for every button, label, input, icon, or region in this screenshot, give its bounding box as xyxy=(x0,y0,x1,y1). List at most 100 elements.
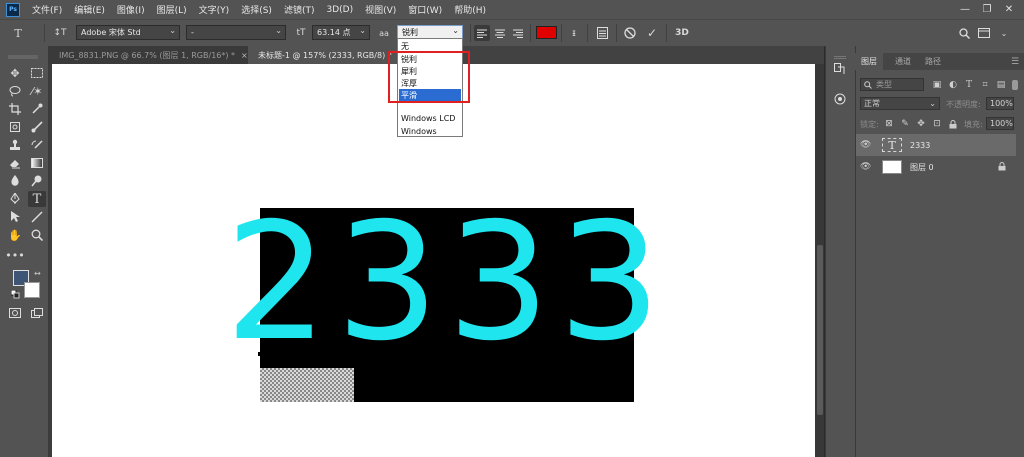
search-icon[interactable] xyxy=(956,25,972,41)
fill-input[interactable]: 100% xyxy=(986,117,1014,130)
dodge-tool-icon[interactable] xyxy=(28,173,46,189)
line-tool-icon[interactable] xyxy=(28,209,46,225)
menu-3d[interactable]: 3D(D) xyxy=(326,5,353,15)
type-tool-icon[interactable]: T xyxy=(28,191,46,207)
eye-icon[interactable]: 👁 xyxy=(860,162,874,172)
toolbar-grip[interactable] xyxy=(8,52,38,59)
path-selection-tool-icon[interactable] xyxy=(6,209,24,225)
eye-icon[interactable]: 👁 xyxy=(860,140,874,150)
background-color-swatch[interactable] xyxy=(24,282,40,298)
close-button[interactable]: ✕ xyxy=(998,0,1020,19)
dock-grip[interactable] xyxy=(834,52,846,59)
lock-all-icon[interactable] xyxy=(948,119,958,129)
layer-row-background[interactable]: 👁 图层 0 xyxy=(856,156,1016,178)
filter-type-icon[interactable]: T xyxy=(964,80,974,90)
canvas-text-layer[interactable]: 2333 xyxy=(225,198,661,368)
lasso-tool-icon[interactable] xyxy=(6,83,24,99)
panel-menu-icon[interactable]: ☰ xyxy=(1005,53,1024,70)
blur-tool-icon[interactable] xyxy=(6,173,24,189)
menu-edit[interactable]: 编辑(E) xyxy=(74,3,105,16)
brush-tool-icon[interactable] xyxy=(28,119,46,135)
layer-row-text[interactable]: 👁 T 2333 xyxy=(856,134,1016,156)
font-style-select[interactable]: - ⌄ xyxy=(186,25,286,40)
default-colors-icon[interactable] xyxy=(10,289,20,299)
antialias-value: 锐利 xyxy=(402,28,418,37)
more-tools-icon[interactable]: ••• xyxy=(5,247,24,263)
text-baseline-anchor xyxy=(258,352,262,356)
lock-transparent-icon[interactable]: ⊠ xyxy=(884,119,894,129)
opacity-input[interactable]: 100% xyxy=(986,97,1014,110)
scrollbar-thumb[interactable] xyxy=(817,245,823,415)
marquee-tool-icon[interactable] xyxy=(28,65,46,81)
eyedropper-tool-icon[interactable] xyxy=(28,101,46,117)
3d-button[interactable]: 3D xyxy=(672,25,692,41)
type-tool-preset-icon[interactable]: T xyxy=(10,25,26,41)
lock-position-icon[interactable]: ✥ xyxy=(916,119,926,129)
hand-tool-icon[interactable]: ✋ xyxy=(6,227,24,243)
filter-pixel-icon[interactable]: ▣ xyxy=(932,80,942,90)
menu-type[interactable]: 文字(Y) xyxy=(199,3,230,16)
move-tool-icon[interactable]: ✥ xyxy=(6,65,24,81)
collapsed-panel-dock xyxy=(825,46,855,457)
lock-image-icon[interactable]: ✎ xyxy=(900,119,910,129)
minimize-button[interactable]: — xyxy=(954,0,976,19)
filter-toggle[interactable] xyxy=(1012,80,1018,90)
menu-help[interactable]: 帮助(H) xyxy=(454,3,486,16)
stamp-tool-icon[interactable] xyxy=(6,137,24,153)
character-panel-icon[interactable] xyxy=(594,25,610,41)
font-size-value: 63.14 点 xyxy=(317,28,351,37)
menu-layer[interactable]: 图层(L) xyxy=(157,3,187,16)
close-icon[interactable]: × xyxy=(241,51,248,60)
align-center-icon[interactable] xyxy=(492,25,508,41)
tab-channels[interactable]: 通道 xyxy=(889,53,917,70)
align-right-icon[interactable] xyxy=(510,25,526,41)
font-family-select[interactable]: Adobe 宋体 Std ⌄ xyxy=(76,25,180,40)
warp-text-icon[interactable]: ᵻ xyxy=(566,25,582,41)
menu-view[interactable]: 视图(V) xyxy=(365,3,396,16)
menu-image[interactable]: 图像(I) xyxy=(117,3,145,16)
menu-filter[interactable]: 滤镜(T) xyxy=(284,3,315,16)
font-size-select[interactable]: 63.14 点 ⌄ xyxy=(312,25,370,40)
magic-wand-tool-icon[interactable]: ⁄✶ xyxy=(28,83,46,99)
tab-layers[interactable]: 图层 xyxy=(855,53,883,70)
menu-select[interactable]: 选择(S) xyxy=(241,3,272,16)
crop-tool-icon[interactable] xyxy=(6,101,24,117)
layer-filter-select[interactable]: 类型 xyxy=(860,78,924,91)
cancel-icon[interactable] xyxy=(622,25,638,41)
text-orientation-icon[interactable]: ↕T xyxy=(52,25,68,41)
menu-bar: Ps 文件(F) 编辑(E) 图像(I) 图层(L) 文字(Y) 选择(S) 滤… xyxy=(0,0,1024,19)
screen-mode-icon[interactable] xyxy=(28,305,46,321)
workspace-chevron-icon[interactable]: ⌄ xyxy=(996,25,1012,41)
antialias-option-windows-lcd[interactable]: Windows LCD xyxy=(399,112,461,124)
menu-file[interactable]: 文件(F) xyxy=(32,3,62,16)
antialias-option-windows[interactable]: Windows xyxy=(399,125,461,137)
workspace-icon[interactable] xyxy=(976,25,992,41)
eraser-tool-icon[interactable] xyxy=(6,155,24,171)
tab-paths[interactable]: 路径 xyxy=(919,53,947,70)
gradient-tool-icon[interactable] xyxy=(28,155,46,171)
menu-window[interactable]: 窗口(W) xyxy=(408,3,442,16)
commit-check-icon[interactable]: ✓ xyxy=(644,25,660,41)
text-color-swatch[interactable] xyxy=(536,26,557,39)
tab-untitled-1[interactable]: 未标题-1 @ 157% (2333, RGB/8) * × xyxy=(248,46,404,64)
history-brush-tool-icon[interactable] xyxy=(28,137,46,153)
quick-mask-icon[interactable] xyxy=(6,305,24,321)
filter-smart-object-icon[interactable]: ▤ xyxy=(996,80,1006,90)
swap-colors-icon[interactable]: ↔ xyxy=(34,269,42,278)
zoom-tool-icon[interactable] xyxy=(28,227,46,243)
tab-img-8831[interactable]: IMG_8831.PNG @ 66.7% (图层 1, RGB/16*) * × xyxy=(49,46,248,64)
history-panel-icon[interactable] xyxy=(831,61,849,77)
opacity-value: 100% xyxy=(990,99,1013,108)
filter-adjustment-icon[interactable]: ◐ xyxy=(948,80,958,90)
restore-button[interactable]: ❐ xyxy=(976,0,998,19)
photoshop-logo-icon[interactable]: Ps xyxy=(6,2,20,17)
lock-artboard-icon[interactable]: ⊡ xyxy=(932,119,942,129)
search-icon xyxy=(864,80,872,89)
blend-mode-select[interactable]: 正常 ⌄ xyxy=(860,97,940,110)
pen-tool-icon[interactable] xyxy=(6,191,24,207)
frame-tool-icon[interactable] xyxy=(6,119,24,135)
align-left-icon[interactable] xyxy=(474,25,490,41)
filter-shape-icon[interactable]: ⌗ xyxy=(980,80,990,90)
properties-panel-icon[interactable] xyxy=(831,91,849,107)
chevron-down-icon: ⌄ xyxy=(275,26,282,35)
